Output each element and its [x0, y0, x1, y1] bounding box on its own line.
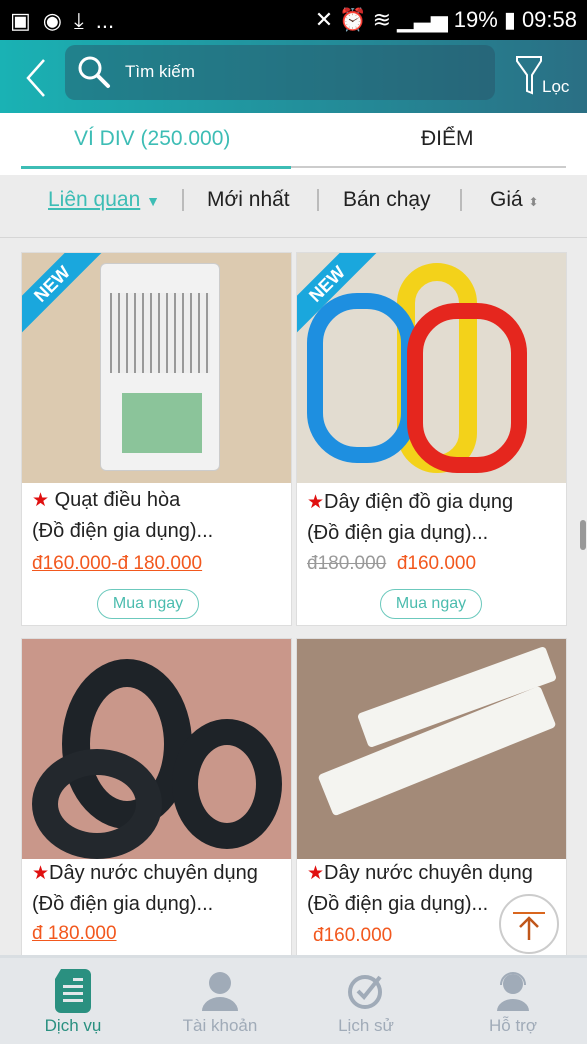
- download-icon: ⤓: [74, 8, 84, 33]
- star-icon: ★: [32, 490, 50, 511]
- filter-label: Lọc: [542, 77, 570, 96]
- document-icon: [55, 969, 91, 1013]
- product-image-water-hose: [22, 639, 291, 859]
- divider: [182, 189, 184, 211]
- product-price: đ 180.000: [32, 923, 117, 944]
- tab-divider: [291, 166, 566, 168]
- product-image-air-cooler: NEW: [22, 253, 291, 483]
- nav-ho-tro[interactable]: Hỗ trợ: [440, 958, 586, 1036]
- wifi-icon: ≋: [372, 7, 392, 32]
- sort-bar: Liên quan ▼ Mới nhất Bán chạy Giá ⬍: [0, 175, 587, 238]
- status-bar: ▣ ◉ ⤓ ... ✕ ⏰ ≋ ▁▃▅ 19% ▮ 09:58: [0, 0, 587, 40]
- sort-relevant-label: Liên quan: [48, 188, 141, 211]
- headset-icon: [497, 972, 529, 1011]
- wallet-tabs: VÍ DIV (250.000) ĐIỂM: [0, 113, 587, 175]
- new-badge: NEW: [22, 253, 104, 336]
- product-image-power-strip: [297, 639, 566, 859]
- product-title: ★Dây điện đồ gia dụng (Đồ điện gia dụng).…: [307, 491, 514, 544]
- buy-now-button[interactable]: Mua ngay: [380, 589, 482, 619]
- nav-tai-khoan[interactable]: Tài khoản: [147, 958, 293, 1036]
- sort-relevant[interactable]: Liên quan ▼: [48, 188, 160, 212]
- alarm-icon: ⏰: [339, 7, 367, 32]
- tab-vi-div[interactable]: VÍ DIV (250.000): [74, 127, 230, 151]
- clock-check-icon: [348, 975, 382, 1009]
- nav-lich-su[interactable]: Lịch sử: [293, 958, 439, 1036]
- battery-icon: ▮: [503, 7, 516, 32]
- nav-label: Hỗ trợ: [489, 1016, 537, 1035]
- search-placeholder: Tìm kiếm: [125, 62, 195, 81]
- product-title: ★ Quạt điều hòa (Đồ điện gia dụng)...: [32, 489, 214, 542]
- gallery-icon: ▣: [10, 8, 31, 33]
- user-icon: [202, 972, 238, 1011]
- product-image-extension-cord: NEW: [297, 253, 566, 483]
- star-icon: ★: [307, 863, 325, 884]
- star-icon: ★: [32, 863, 50, 884]
- signal-icon: ▁▃▅: [397, 7, 448, 32]
- mute-icon: ✕: [314, 7, 334, 32]
- product-card[interactable]: NEW ★ Quạt điều hòa (Đồ điện gia dụng)...…: [21, 252, 292, 626]
- bottom-nav: Dịch vụ Tài khoản Lịch sử Hỗ trợ: [0, 955, 587, 1044]
- navigation-icon: ◉: [42, 8, 62, 33]
- search-icon: [78, 56, 110, 88]
- buy-now-button[interactable]: Mua ngay: [97, 589, 199, 619]
- star-icon: ★: [307, 492, 325, 513]
- product-price: đ160.000: [313, 925, 393, 946]
- sort-newest[interactable]: Mới nhất: [207, 188, 290, 212]
- nav-label: Tài khoản: [182, 1016, 258, 1035]
- divider: [317, 189, 319, 211]
- caret-down-icon: ▼: [146, 193, 160, 209]
- nav-dich-vu[interactable]: Dịch vụ: [0, 958, 146, 1036]
- sale-price: đ160.000: [396, 553, 477, 574]
- active-tab-indicator: [21, 166, 291, 169]
- sort-arrows-icon: ⬍: [528, 195, 539, 209]
- scrollbar[interactable]: [580, 520, 586, 550]
- nav-label: Lịch sử: [338, 1016, 394, 1035]
- product-price: đ180.000 đ160.000: [307, 553, 476, 575]
- arrow-up-icon: [513, 912, 545, 940]
- battery-percent: 19%: [453, 7, 498, 32]
- product-card[interactable]: ★Dây nước chuyên dụng (Đồ điện gia dụng).…: [21, 638, 292, 968]
- sort-price-label: Giá: [490, 188, 523, 211]
- back-icon[interactable]: [24, 58, 48, 98]
- filter-icon: [516, 56, 542, 95]
- divider: [460, 189, 462, 211]
- tab-diem[interactable]: ĐIỂM: [421, 127, 474, 151]
- product-price: đ160.000-đ 180.000: [32, 553, 203, 574]
- product-card[interactable]: NEW ★Dây điện đồ gia dụng (Đồ điện gia dụ…: [296, 252, 567, 626]
- sort-price[interactable]: Giá ⬍: [490, 188, 539, 212]
- nav-label: Dịch vụ: [44, 1016, 102, 1035]
- header: Tìm kiếm Lọc: [0, 40, 587, 113]
- clock: 09:58: [521, 7, 577, 32]
- scroll-to-top-button[interactable]: [499, 894, 559, 954]
- old-price: đ180.000: [307, 553, 387, 574]
- product-title: ★Dây nước chuyên dụng (Đồ điện gia dụng).…: [32, 862, 258, 915]
- search-input[interactable]: Tìm kiếm: [65, 45, 495, 100]
- sort-bestselling[interactable]: Bán chạy: [343, 188, 431, 212]
- more-notifications: ...: [95, 8, 115, 33]
